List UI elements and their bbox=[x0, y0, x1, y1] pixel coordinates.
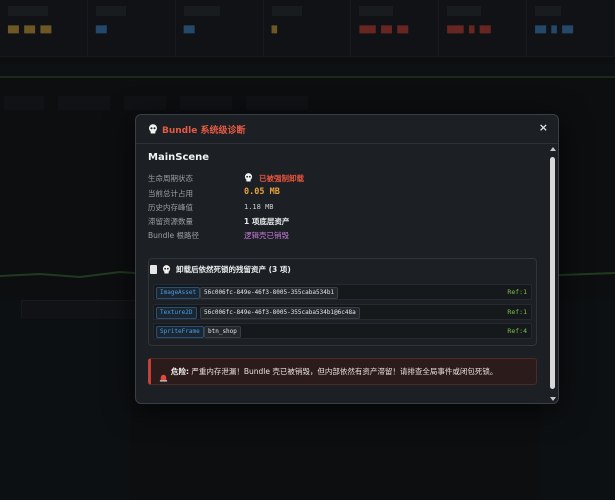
asset-type-tag: Texture2D bbox=[156, 307, 197, 319]
modal-header: Bundle 系统级诊断 × bbox=[136, 115, 558, 144]
current-usage: 0.05 MB bbox=[244, 187, 280, 197]
document-icon bbox=[150, 265, 157, 274]
asset-row[interactable]: ImageAsset 56c006fc-849e-46f3-8005-355ca… bbox=[153, 284, 532, 300]
alert-title: 危险: bbox=[171, 367, 189, 376]
ref-count: Ref:1 bbox=[507, 308, 527, 316]
danger-alert: 危险: 严重内存泄漏！Bundle 壳已被销毁，但内部依然有资产滞留！请排查全局… bbox=[148, 358, 537, 385]
stats-bar: ▆▆ ▆▆ ▆▆ ▆▆ ▆▆ ▆ ▆▆▆ ▆▆ ▆▆ ▆▆▆ ▆ ▆▆ ▆▆ ▆… bbox=[0, 0, 615, 57]
field-label: 历史内存峰值 bbox=[148, 203, 193, 212]
siren-icon bbox=[159, 367, 168, 386]
asset-row[interactable]: SpriteFrame btn_shop Ref:4 bbox=[153, 323, 532, 339]
modal-scrollbar[interactable] bbox=[550, 147, 556, 401]
residual-count: 1 项底层资产 bbox=[244, 217, 290, 226]
lifecycle-state: 已被强制卸载 bbox=[259, 174, 304, 183]
skull-icon bbox=[162, 265, 172, 275]
residual-heading: 卸载后依然死锁的残留资产 (3 项) bbox=[176, 265, 291, 274]
peak-memory: 1.18 MB bbox=[244, 203, 274, 211]
close-button[interactable]: × bbox=[539, 121, 548, 134]
field-label: 生命周期状态 bbox=[148, 174, 193, 183]
ref-count: Ref:1 bbox=[507, 288, 527, 296]
field-label: 滞留资源数量 bbox=[148, 217, 193, 226]
ref-count: Ref:4 bbox=[507, 327, 527, 335]
asset-type-tag: SpriteFrame bbox=[156, 326, 204, 338]
skull-icon bbox=[244, 173, 254, 183]
bundle-diagnosis-modal: Bundle 系统级诊断 × MainScene 生命周期状态 已被强制卸载 当… bbox=[135, 114, 559, 404]
asset-row[interactable]: Texture2D 56c006fc-849e-46f3-8005-355cab… bbox=[153, 304, 532, 320]
modal-title: Bundle 系统级诊断 bbox=[162, 126, 246, 136]
asset-type-tag: ImageAsset bbox=[156, 287, 201, 299]
asset-id: 56c006fc-849e-46f3-8005-355caba534b1@6c4… bbox=[200, 307, 360, 319]
asset-id: btn_shop bbox=[204, 326, 241, 338]
asset-id: 56c006fc-849e-46f3-8005-355caba534b1 bbox=[200, 287, 339, 299]
scene-name: MainScene bbox=[148, 152, 210, 163]
field-label: 当前总计占用 bbox=[148, 189, 193, 198]
skull-icon bbox=[148, 124, 158, 134]
bundle-root-path: 逻辑壳已销毁 bbox=[244, 231, 289, 240]
field-label: Bundle 根路径 bbox=[148, 231, 199, 240]
alert-text: 严重内存泄漏！Bundle 壳已被销毁，但内部依然有资产滞留！请排查全局事件或闭… bbox=[191, 367, 498, 376]
